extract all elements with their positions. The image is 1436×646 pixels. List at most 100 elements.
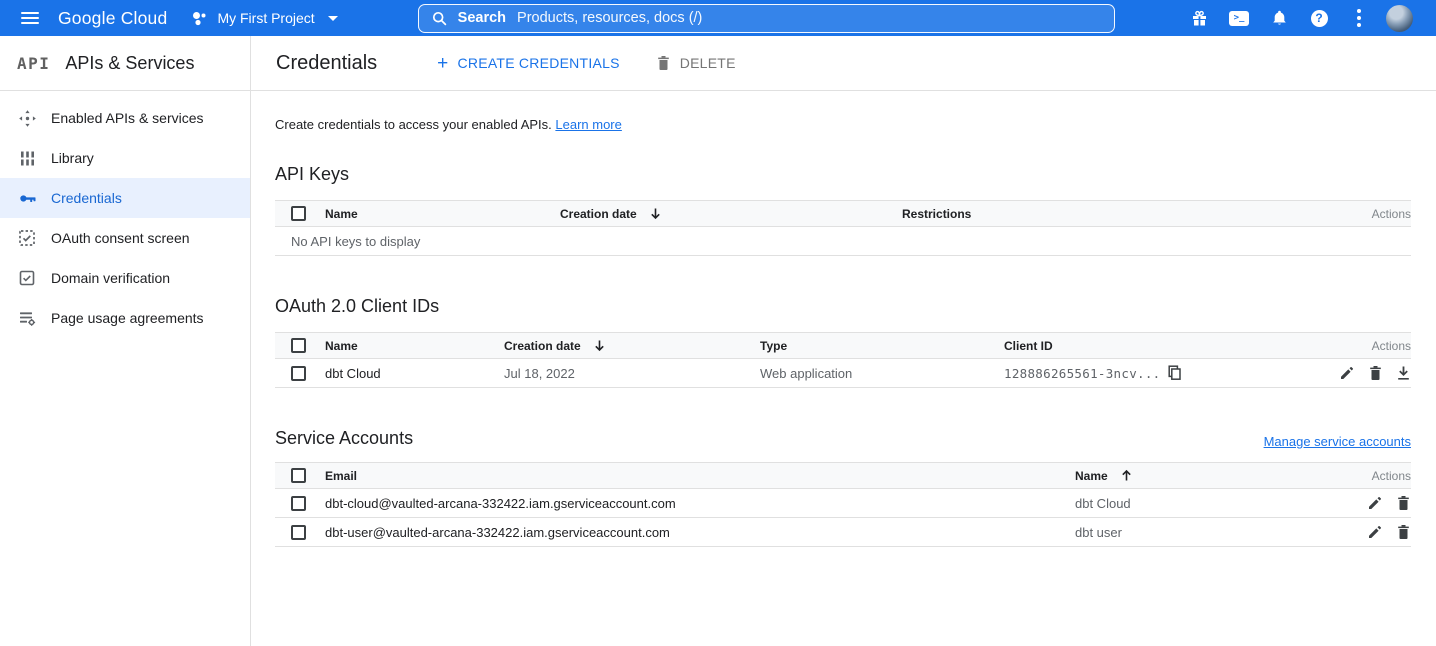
column-header-name[interactable]: Name bbox=[1075, 469, 1372, 483]
api-keys-table-header: Name Creation date Restrictions Actions bbox=[275, 200, 1411, 227]
sidebar-item-page-usage-agreements[interactable]: Page usage agreements bbox=[0, 298, 250, 338]
project-name: My First Project bbox=[217, 10, 314, 26]
enabled-apis-icon bbox=[17, 108, 37, 128]
client-creation-date: Jul 18, 2022 bbox=[504, 366, 760, 381]
row-checkbox[interactable] bbox=[291, 496, 306, 511]
sort-descending-icon bbox=[593, 339, 606, 352]
select-all-checkbox[interactable] bbox=[291, 468, 306, 483]
sidebar: API APIs & Services Enabled APIs & servi… bbox=[0, 36, 251, 646]
free-trial-gift-icon[interactable] bbox=[1179, 0, 1219, 36]
service-accounts-section-title: Service Accounts bbox=[275, 428, 413, 449]
delete-label: DELETE bbox=[680, 55, 736, 71]
service-account-name: dbt Cloud bbox=[1075, 496, 1367, 511]
edit-pencil-icon[interactable] bbox=[1367, 524, 1383, 540]
page-usage-icon bbox=[17, 308, 37, 328]
logo-cloud-text: Cloud bbox=[116, 8, 168, 28]
hamburger-menu-icon[interactable] bbox=[10, 0, 50, 36]
column-header-creation-date[interactable]: Creation date bbox=[560, 207, 902, 221]
sidebar-item-label: OAuth consent screen bbox=[51, 230, 190, 246]
sidebar-item-library[interactable]: Library bbox=[0, 138, 250, 178]
client-name: dbt Cloud bbox=[325, 366, 504, 381]
select-all-checkbox[interactable] bbox=[291, 338, 306, 353]
trash-icon bbox=[656, 55, 671, 71]
column-header-actions: Actions bbox=[1372, 207, 1411, 221]
learn-more-link[interactable]: Learn more bbox=[555, 117, 621, 132]
column-header-email[interactable]: Email bbox=[325, 469, 1075, 483]
logo-google-text: Google bbox=[58, 8, 116, 28]
plus-icon: + bbox=[437, 54, 448, 73]
chevron-down-icon bbox=[328, 16, 338, 21]
delete-button[interactable]: DELETE bbox=[656, 55, 736, 71]
create-credentials-label: CREATE CREDENTIALS bbox=[458, 55, 620, 71]
oauth-consent-icon bbox=[17, 228, 37, 248]
library-icon bbox=[17, 148, 37, 168]
edit-pencil-icon[interactable] bbox=[1367, 495, 1383, 511]
domain-verification-icon bbox=[17, 268, 37, 288]
delete-trash-icon[interactable] bbox=[1396, 495, 1411, 511]
sidebar-item-domain-verification[interactable]: Domain verification bbox=[0, 258, 250, 298]
sidebar-item-label: Domain verification bbox=[51, 270, 170, 286]
project-picker[interactable]: My First Project bbox=[191, 10, 337, 27]
column-header-client-id[interactable]: Client ID bbox=[1004, 339, 1372, 353]
column-header-name[interactable]: Name bbox=[325, 339, 504, 353]
copy-icon[interactable] bbox=[1167, 365, 1182, 381]
api-product-icon: API bbox=[17, 54, 50, 73]
sort-descending-icon bbox=[649, 207, 662, 220]
help-icon[interactable]: ? bbox=[1299, 0, 1339, 36]
column-header-restrictions[interactable]: Restrictions bbox=[902, 207, 1372, 221]
api-keys-empty-message: No API keys to display bbox=[275, 227, 1411, 256]
sidebar-item-credentials[interactable]: Credentials bbox=[0, 178, 250, 218]
project-picker-icon bbox=[191, 10, 208, 27]
sidebar-item-enabled-apis[interactable]: Enabled APIs & services bbox=[0, 98, 250, 138]
search-icon bbox=[432, 11, 447, 26]
create-credentials-button[interactable]: + CREATE CREDENTIALS bbox=[437, 54, 620, 73]
cloud-shell-icon[interactable]: >_ bbox=[1219, 0, 1259, 36]
column-header-actions: Actions bbox=[1372, 339, 1411, 353]
edit-pencil-icon[interactable] bbox=[1339, 365, 1355, 381]
row-checkbox[interactable] bbox=[291, 366, 306, 381]
page-title: Credentials bbox=[276, 52, 377, 75]
sidebar-nav: Enabled APIs & services Library Credenti… bbox=[0, 91, 250, 338]
page-header: Credentials + CREATE CREDENTIALS DELETE bbox=[251, 36, 1436, 91]
column-header-name[interactable]: Name bbox=[325, 207, 560, 221]
sidebar-header: API APIs & Services bbox=[0, 36, 250, 91]
oauth-clients-table-header: Name Creation date Type Client ID Action… bbox=[275, 332, 1411, 359]
service-account-row: dbt-user@vaulted-arcana-332422.iam.gserv… bbox=[275, 518, 1411, 547]
sidebar-item-label: Enabled APIs & services bbox=[51, 110, 204, 126]
google-cloud-logo[interactable]: Google Cloud bbox=[58, 8, 167, 29]
intro-text: Create credentials to access your enable… bbox=[275, 117, 1411, 132]
account-menu[interactable] bbox=[1379, 0, 1419, 36]
service-account-row: dbt-cloud@vaulted-arcana-332422.iam.gser… bbox=[275, 489, 1411, 518]
service-account-name: dbt user bbox=[1075, 525, 1367, 540]
sidebar-title: APIs & Services bbox=[65, 53, 194, 74]
sort-ascending-icon bbox=[1120, 469, 1133, 482]
notifications-bell-icon[interactable] bbox=[1259, 0, 1299, 36]
client-type: Web application bbox=[760, 366, 1004, 381]
topbar-actions: >_ ? bbox=[1179, 0, 1419, 36]
sidebar-item-label: Credentials bbox=[51, 190, 122, 206]
service-account-email: dbt-cloud@vaulted-arcana-332422.iam.gser… bbox=[325, 496, 1075, 511]
manage-service-accounts-link[interactable]: Manage service accounts bbox=[1264, 434, 1411, 449]
sidebar-item-oauth-consent[interactable]: OAuth consent screen bbox=[0, 218, 250, 258]
sidebar-item-label: Page usage agreements bbox=[51, 310, 204, 326]
avatar[interactable] bbox=[1386, 5, 1413, 32]
oauth-client-row: dbt Cloud Jul 18, 2022 Web application 1… bbox=[275, 359, 1411, 388]
service-accounts-table: Email Name Actions dbt-cloud@vaulte bbox=[275, 462, 1411, 547]
column-header-creation-date[interactable]: Creation date bbox=[504, 339, 760, 353]
search-label: Search bbox=[458, 10, 506, 26]
api-keys-section-title: API Keys bbox=[275, 164, 1411, 185]
column-header-actions: Actions bbox=[1372, 469, 1411, 483]
search-input[interactable]: Search Products, resources, docs (/) bbox=[418, 4, 1115, 33]
download-icon[interactable] bbox=[1396, 365, 1411, 381]
select-all-checkbox[interactable] bbox=[291, 206, 306, 221]
app-top-bar: Google Cloud My First Project Search Pro… bbox=[0, 0, 1436, 36]
column-header-type[interactable]: Type bbox=[760, 339, 1004, 353]
oauth-clients-table: Name Creation date Type Client ID Action… bbox=[275, 332, 1411, 388]
more-vertical-icon[interactable] bbox=[1339, 0, 1379, 36]
service-accounts-table-header: Email Name Actions bbox=[275, 462, 1411, 489]
delete-trash-icon[interactable] bbox=[1368, 365, 1383, 381]
oauth-clients-section-title: OAuth 2.0 Client IDs bbox=[275, 296, 1411, 317]
search-placeholder: Products, resources, docs (/) bbox=[517, 10, 702, 26]
delete-trash-icon[interactable] bbox=[1396, 524, 1411, 540]
row-checkbox[interactable] bbox=[291, 525, 306, 540]
